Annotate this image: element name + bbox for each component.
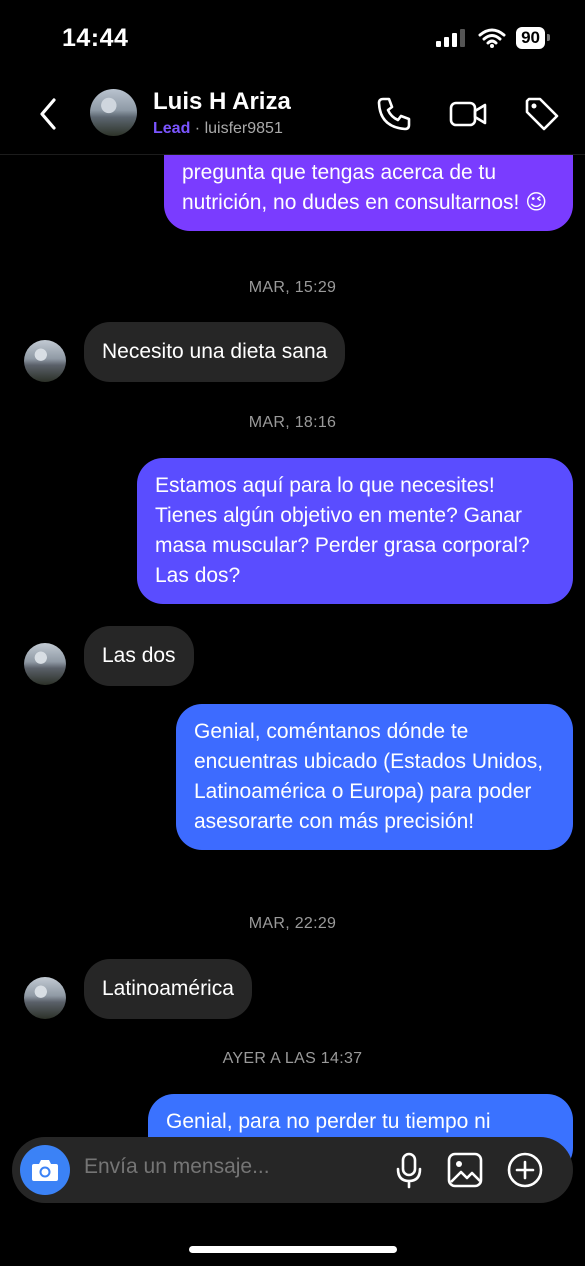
incoming-message[interactable]: Necesito una dieta sana — [84, 322, 346, 382]
message-composer — [12, 1137, 573, 1203]
timestamp: MAR, 15:29 — [248, 279, 337, 296]
phone-call-icon[interactable] — [374, 94, 414, 134]
status-time: 14:44 — [62, 24, 129, 52]
gallery-icon[interactable] — [446, 1151, 484, 1189]
outgoing-message[interactable]: Genial, coméntanos dónde te encuentras u… — [176, 704, 573, 850]
subtitle-separator: · — [194, 120, 201, 137]
contact-username: luisfer9851 — [204, 120, 283, 137]
contact-subtitle: Lead · luisfer9851 — [153, 120, 283, 138]
back-chevron-icon[interactable] — [34, 94, 64, 134]
home-indicator[interactable] — [189, 1246, 397, 1253]
timestamp: AYER A LAS 14:37 — [222, 1050, 363, 1067]
timestamp: MAR, 18:16 — [248, 414, 337, 431]
battery-indicator: 90 — [516, 27, 550, 49]
camera-button[interactable] — [20, 1145, 70, 1195]
tag-icon[interactable] — [522, 94, 562, 134]
add-icon[interactable] — [506, 1151, 544, 1189]
contact-avatar[interactable] — [90, 89, 137, 136]
lead-label: Lead — [153, 120, 191, 137]
status-icons: 90 — [436, 27, 550, 49]
incoming-message[interactable]: Latinoamérica — [84, 959, 252, 1019]
camera-icon — [32, 1160, 58, 1181]
sender-avatar[interactable] — [24, 977, 66, 1019]
status-bar: 14:44 90 — [0, 0, 585, 78]
video-call-icon[interactable] — [448, 94, 488, 134]
outgoing-message[interactable]: Estamos aquí para lo que necesites! Tien… — [137, 458, 573, 604]
incoming-message[interactable]: Las dos — [84, 626, 194, 686]
sender-avatar[interactable] — [24, 340, 66, 382]
contact-name[interactable]: Luis H Ariza — [153, 88, 291, 116]
message-input[interactable] — [84, 1155, 364, 1179]
cellular-signal-icon — [436, 29, 466, 47]
wifi-icon — [478, 28, 506, 48]
microphone-icon[interactable] — [390, 1151, 428, 1189]
timestamp: MAR, 22:29 — [248, 915, 337, 932]
chat-header: Luis H Ariza Lead · luisfer9851 — [0, 78, 585, 155]
sender-avatar[interactable] — [24, 643, 66, 685]
